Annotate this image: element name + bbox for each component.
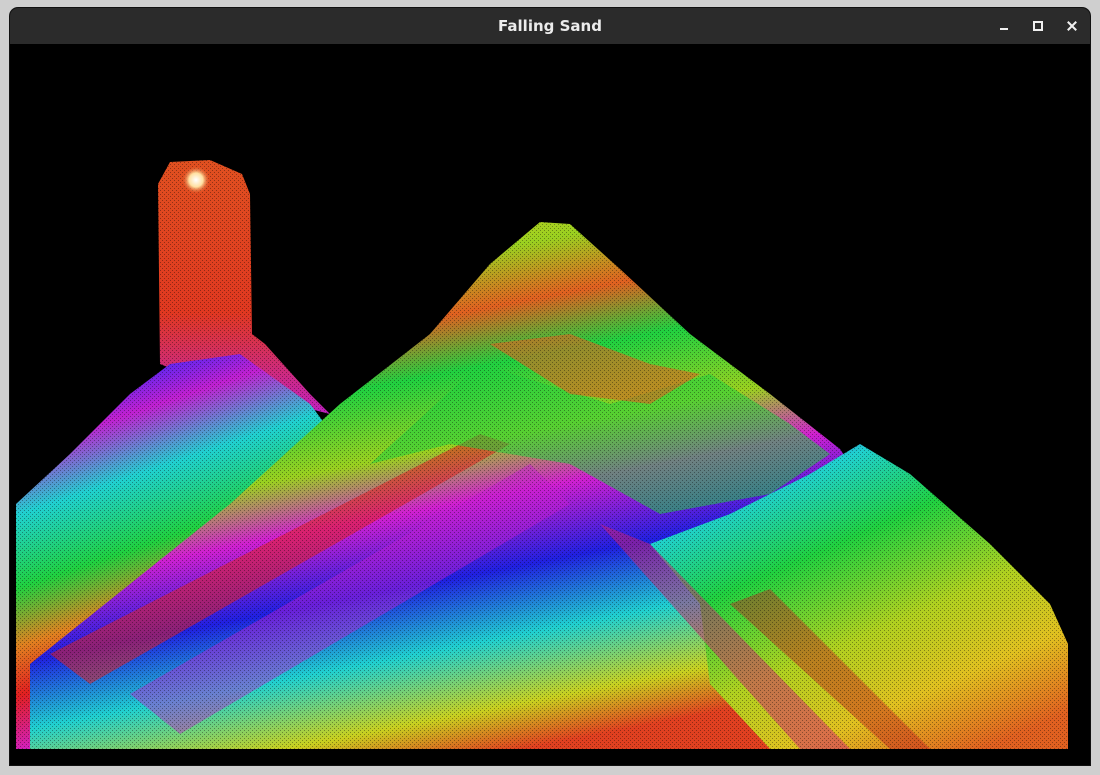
minimize-button[interactable] <box>992 14 1016 38</box>
app-window: Falling Sand <box>10 8 1090 765</box>
close-icon <box>1066 20 1078 32</box>
window-title: Falling Sand <box>498 17 602 35</box>
maximize-button[interactable] <box>1026 14 1050 38</box>
sand-scene <box>10 144 1090 754</box>
spawn-point <box>182 166 210 194</box>
maximize-icon <box>1033 21 1043 31</box>
minimize-icon <box>1000 28 1008 30</box>
sand-canvas[interactable] <box>10 44 1090 765</box>
title-bar[interactable]: Falling Sand <box>10 8 1090 44</box>
sand-grain-texture <box>10 144 1090 754</box>
close-button[interactable] <box>1060 14 1084 38</box>
